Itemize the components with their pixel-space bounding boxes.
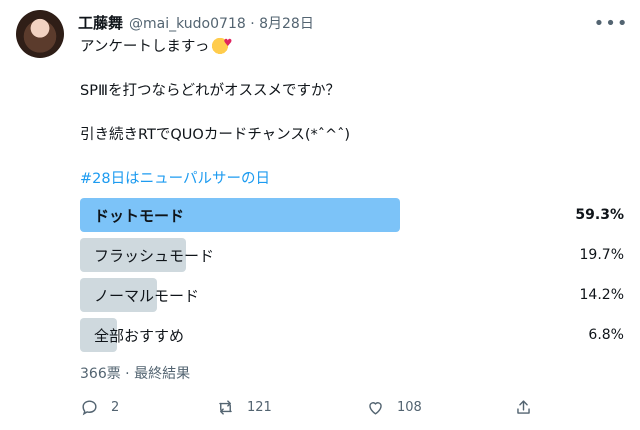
hashtag-link[interactable]: #28日はニューパルサーの日 [80,169,620,189]
poll-choice-percent: 14.2% [579,287,624,303]
poll-choice-label: ドットモード [94,206,185,225]
more-icon[interactable]: ••• [594,12,628,34]
tweet-actions: 2 121 108 [80,394,540,420]
poll-choice-label: ノーマルモード [94,286,200,305]
avatar[interactable] [16,10,64,58]
like-count: 108 [397,399,422,415]
poll-choice[interactable]: ノーマルモード 14.2% [80,278,624,312]
poll-choice[interactable]: 全部おすすめ 6.8% [80,318,624,352]
poll-choice-label: 全部おすすめ [94,326,185,345]
poll-choice-percent: 19.7% [579,247,624,263]
display-name[interactable]: 工藤舞 [78,12,123,33]
poll: ドットモード 59.3% フラッシュモード 19.7% ノーマルモード 14.2% 全部おす… [80,198,624,358]
reply-button[interactable]: 2 [80,394,119,420]
heart-icon [369,401,382,415]
poll-choice[interactable]: フラッシュモード 19.7% [80,238,624,272]
retweet-button[interactable]: 121 [216,394,272,420]
poll-meta: 366票 · 最終結果 [80,366,191,382]
smiling-face-with-hearts-icon [211,34,232,54]
like-button[interactable]: 108 [366,394,422,420]
tweet-line-1-text: アンケートしますっ [80,39,210,55]
reply-count: 2 [111,399,120,415]
tweet-line-1: アンケートしますっ [80,34,620,57]
share-button[interactable] [514,394,545,420]
poll-choice[interactable]: ドットモード 59.3% [80,198,624,232]
handle-and-date[interactable]: @mai_kudo0718 · 8月28日 [129,13,314,33]
reply-icon [82,399,97,415]
tweet-header: 工藤舞 @mai_kudo0718 · 8月28日 [78,12,314,34]
retweet-count: 121 [247,399,272,415]
retweet-icon [219,399,232,415]
poll-choice-label: フラッシュモード [94,246,215,265]
poll-choice-percent: 6.8% [588,327,624,343]
poll-choice-percent: 59.3% [575,207,624,223]
tweet-line-3: 引き続きRTでQUOカードチャンス(*ˆ^ˆ) [80,127,351,143]
tweet-line-2: SPⅢを打つならどれがオススメですか？ [80,83,340,99]
share-icon [517,399,530,414]
tweet-text: アンケートしますっ SPⅢを打つならどれがオススメですか？ 引き続きRTでQUO… [80,34,620,189]
